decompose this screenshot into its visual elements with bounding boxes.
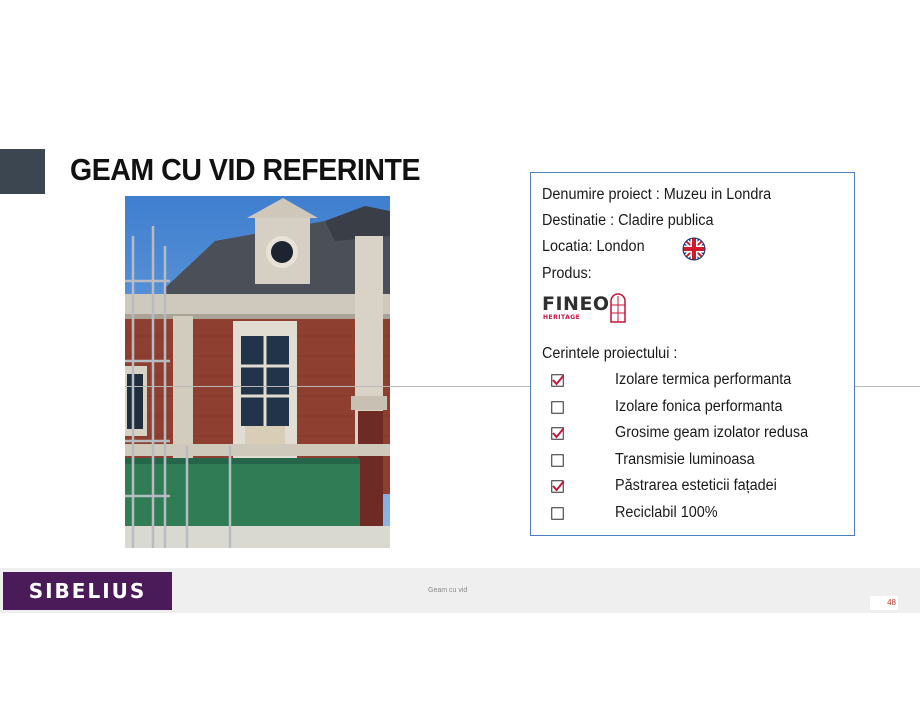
requirement-label: Izolare termica performanta	[615, 371, 792, 388]
requirement-item: Izolare fonica performanta	[551, 398, 851, 418]
requirement-item: Transmisie luminoasa	[551, 451, 851, 471]
checkbox-empty-icon	[551, 453, 564, 467]
building-photo	[125, 196, 390, 548]
project-destination: Destinatie : Cladire publica	[542, 212, 714, 229]
requirement-label: Transmisie luminoasa	[615, 450, 755, 468]
footer-text: Geam cu vid	[428, 587, 468, 594]
product-label: Produs:	[542, 265, 592, 282]
requirement-label: Păstrarea esteticii fațadei	[615, 477, 777, 494]
sibelius-logo: SIBELIUS	[3, 572, 172, 610]
project-location: Locatia: London	[542, 238, 645, 255]
window-logo-icon	[610, 293, 626, 323]
requirement-label: Izolare fonica performanta	[615, 397, 783, 415]
uk-flag-icon	[682, 237, 706, 261]
requirement-item: Grosime geam izolator redusa	[551, 424, 851, 444]
requirements-title: Cerintele proiectului :	[542, 345, 678, 362]
checkbox-checked-icon	[551, 480, 564, 493]
fineo-heritage-logo: FINEO HERITAGE	[542, 293, 628, 325]
project-name: Denumire proiect : Muzeu in Londra	[542, 186, 772, 203]
checkbox-empty-icon	[551, 400, 564, 414]
checkbox-empty-icon	[551, 506, 564, 520]
requirement-label: Reciclabil 100%	[615, 503, 718, 521]
checkbox-checked-icon	[551, 374, 564, 387]
project-info-box: Denumire proiect : Muzeu in Londra Desti…	[530, 172, 855, 536]
page-title: GEAM CU VID REFERINTE	[70, 152, 421, 187]
page-number: 48	[870, 596, 898, 610]
accent-block	[0, 149, 45, 194]
requirement-item: Izolare termica performanta	[551, 371, 851, 391]
checkbox-checked-icon	[551, 427, 564, 440]
requirement-item: Păstrarea esteticii fațadei	[551, 477, 851, 497]
requirement-label: Grosime geam izolator redusa	[615, 424, 809, 441]
requirement-item: Reciclabil 100%	[551, 504, 851, 524]
